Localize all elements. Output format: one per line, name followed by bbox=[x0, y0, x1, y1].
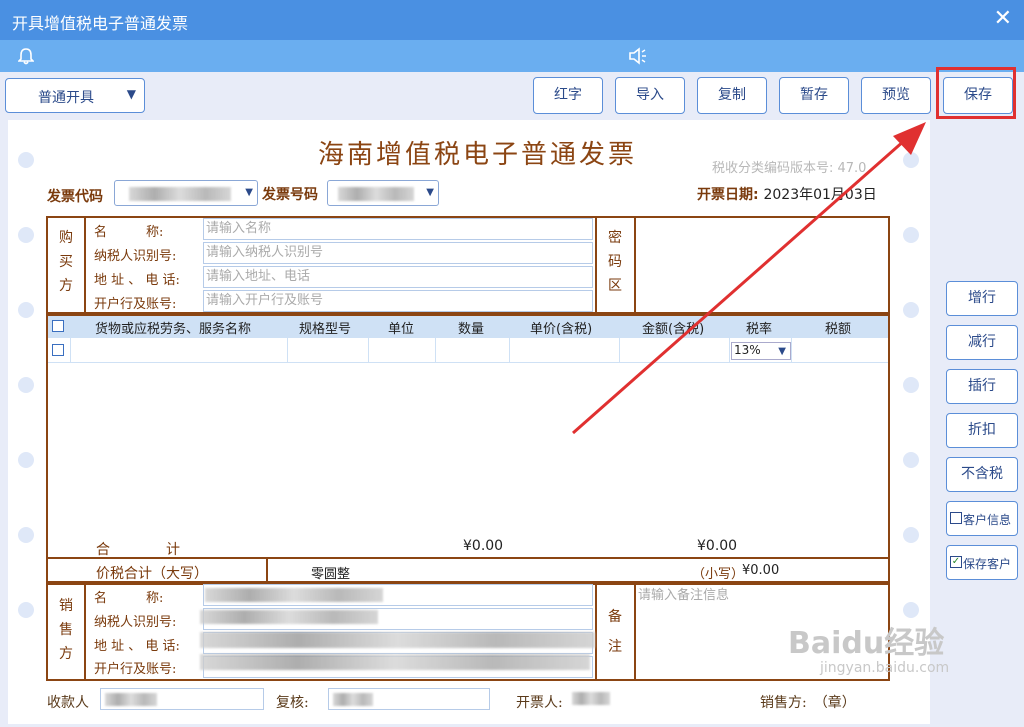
customer-info-label: 客户信息 bbox=[963, 513, 1012, 527]
copy-button[interactable]: 复制 bbox=[697, 77, 767, 114]
date-value: 2023年01月03日 bbox=[763, 187, 877, 203]
chevron-down-icon: ▼ bbox=[126, 87, 136, 101]
notification-bar bbox=[0, 40, 1024, 72]
redacted-seller-bank bbox=[200, 654, 590, 670]
drawer-label: 开票人: bbox=[516, 695, 563, 711]
remove-row-button[interactable]: 减行 bbox=[946, 325, 1018, 360]
buyer-address-input[interactable]: 请输入地址、电话 bbox=[203, 266, 593, 288]
add-row-button[interactable]: 增行 bbox=[946, 281, 1018, 316]
password-area-label: 密码区 bbox=[608, 230, 622, 294]
tax-rate-value: 13% bbox=[734, 343, 761, 357]
payee-label: 收款人 bbox=[47, 695, 89, 711]
col-tax-amount: 税额 bbox=[825, 322, 852, 337]
close-icon[interactable]: ✕ bbox=[994, 6, 1012, 31]
price-tax-upper: 零圆整 bbox=[311, 567, 351, 582]
drawer-input[interactable] bbox=[568, 688, 648, 710]
chevron-down-icon: ▼ bbox=[778, 346, 786, 357]
temp-save-button[interactable]: 暂存 bbox=[779, 77, 849, 114]
red-invoice-button[interactable]: 红字 bbox=[533, 77, 603, 114]
invoice-code-label: 发票代码 bbox=[47, 189, 103, 205]
col-tax-rate: 税率 bbox=[746, 322, 773, 337]
insert-row-button[interactable]: 插行 bbox=[946, 369, 1018, 404]
issue-mode-label: 普通开具 bbox=[38, 90, 94, 106]
total-label: 合 计 bbox=[96, 542, 180, 558]
watermark-url: jingyan.baidu.com bbox=[820, 660, 950, 676]
redacted-code bbox=[129, 187, 231, 201]
redacted-seller-name bbox=[205, 588, 383, 602]
watermark-logo: Baidu经验 bbox=[788, 626, 945, 661]
redacted-seller-taxid bbox=[200, 610, 378, 624]
checkbox-icon bbox=[950, 512, 962, 524]
select-all-checkbox[interactable] bbox=[52, 320, 64, 332]
issue-mode-select[interactable]: 普通开具 ▼ bbox=[5, 78, 145, 113]
remark-label: 备注 bbox=[608, 609, 622, 655]
col-goods-name: 货物或应税劳务、服务名称 bbox=[95, 322, 252, 337]
save-customer-label: 保存客户 bbox=[963, 557, 1012, 571]
import-button[interactable]: 导入 bbox=[615, 77, 685, 114]
buyer-bank-label: 开户行及账号: bbox=[94, 297, 177, 312]
seller-bank-label: 开户行及账号: bbox=[94, 662, 177, 677]
seller-name-label: 名 称: bbox=[94, 591, 164, 606]
buyer-name-label: 名 称: bbox=[94, 225, 164, 240]
buyer-taxid-input[interactable]: 请输入纳税人识别号 bbox=[203, 242, 593, 264]
save-customer-checkbox[interactable]: ✓ 保存客户 bbox=[946, 545, 1018, 580]
redacted-number bbox=[338, 187, 414, 201]
invoice-date: 开票日期: 2023年01月03日 bbox=[697, 184, 877, 204]
chevron-down-icon: ▼ bbox=[426, 187, 434, 198]
customer-info-checkbox[interactable]: 客户信息 bbox=[946, 501, 1018, 536]
buyer-side-label: 购买方 bbox=[59, 230, 73, 294]
payee-input[interactable] bbox=[100, 688, 264, 710]
save-highlight-box bbox=[936, 67, 1016, 119]
col-unit-price: 单价(含税) bbox=[530, 322, 593, 337]
tax-rate-select[interactable]: 13% ▼ bbox=[731, 342, 791, 360]
col-amount: 金额(含税) bbox=[642, 322, 705, 337]
price-tax-label: 价税合计（大写） bbox=[96, 566, 208, 582]
window-title: 开具增值税电子普通发票 bbox=[12, 14, 189, 33]
price-tax-lower-value: ¥0.00 bbox=[742, 563, 780, 578]
seller-address-label: 地 址 、 电 话: bbox=[94, 639, 180, 654]
invoice-number-select[interactable]: ▼ bbox=[327, 180, 439, 206]
col-unit: 单位 bbox=[388, 322, 415, 337]
col-quantity: 数量 bbox=[458, 322, 485, 337]
seller-stamp-label: 销售方: （章） bbox=[760, 695, 856, 711]
discount-button[interactable]: 折扣 bbox=[946, 413, 1018, 448]
speaker-icon[interactable] bbox=[628, 47, 650, 65]
title-bar: 开具增值税电子普通发票 ✕ bbox=[0, 0, 1024, 40]
checkmark-icon: ✓ bbox=[950, 556, 962, 568]
version-label: 税收分类编码版本号: 47.0 bbox=[712, 161, 867, 176]
col-spec: 规格型号 bbox=[299, 322, 352, 337]
price-tax-lower-label: （小写） bbox=[692, 567, 745, 582]
row-checkbox[interactable] bbox=[52, 344, 64, 356]
buyer-name-input[interactable]: 请输入名称 bbox=[203, 218, 593, 240]
buyer-taxid-label: 纳税人识别号: bbox=[94, 249, 177, 264]
total-amount: ¥0.00 bbox=[463, 538, 504, 554]
invoice-number-label: 发票号码 bbox=[262, 187, 318, 203]
reviewer-label: 复核: bbox=[276, 695, 309, 711]
preview-button[interactable]: 预览 bbox=[861, 77, 931, 114]
chevron-down-icon: ▼ bbox=[245, 187, 253, 198]
bell-icon[interactable] bbox=[18, 47, 34, 65]
buyer-address-label: 地 址 、 电 话: bbox=[94, 273, 180, 288]
reviewer-input[interactable] bbox=[328, 688, 490, 710]
invoice-title: 海南增值税电子普通发票 bbox=[318, 140, 638, 170]
buyer-bank-input[interactable]: 请输入开户行及账号 bbox=[203, 290, 593, 312]
date-label: 开票日期: bbox=[697, 187, 759, 203]
seller-taxid-label: 纳税人识别号: bbox=[94, 615, 177, 630]
invoice-code-select[interactable]: ▼ bbox=[114, 180, 258, 206]
total-tax: ¥0.00 bbox=[697, 538, 738, 554]
seller-side-label: 销售方 bbox=[59, 598, 73, 662]
tax-exclusive-button[interactable]: 不含税 bbox=[946, 457, 1018, 492]
redacted-seller-address bbox=[200, 632, 595, 648]
